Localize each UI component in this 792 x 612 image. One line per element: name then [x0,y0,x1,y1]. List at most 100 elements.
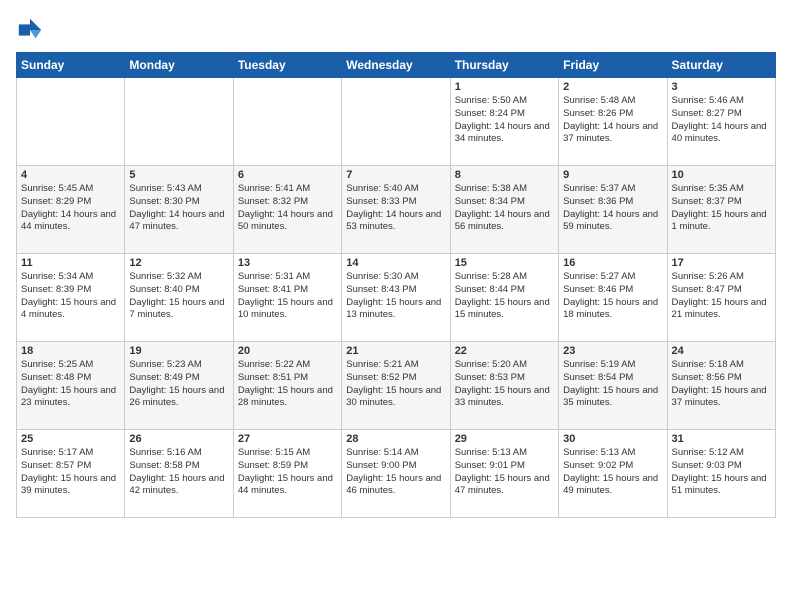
weekday-header: Monday [125,53,233,78]
sunset-text: Sunset: 8:26 PM [563,108,662,121]
day-number: 22 [455,345,554,357]
day-number: 2 [563,81,662,93]
calendar-cell: 22 Sunrise: 5:20 AMSunset: 8:53 PMDayligh… [450,342,558,430]
day-number: 24 [672,345,771,357]
sunrise-text: Sunrise: 5:20 AM [455,359,554,372]
calendar-cell: 6Sunrise: 5:41 AMSunset: 8:32 PMDaylight… [233,166,341,254]
daylight-text: Daylight: 15 hours and 7 minutes. [129,297,228,323]
sunrise-text: Sunrise: 5:30 AM [346,271,445,284]
sunrise-text: Sunrise: 5:41 AM [238,183,337,196]
day-info: Sunrise: 5:12 AMSunset: 9:03 PMDaylight:… [672,447,771,498]
day-number: 20 [238,345,337,357]
day-info: Sunrise: 5:28 AMSunset: 8:44 PMDaylight:… [455,271,554,322]
sunrise-text: Sunrise: 5:38 AM [455,183,554,196]
daylight-text: Daylight: 15 hours and 35 minutes. [563,385,662,411]
calendar-cell: 1Sunrise: 5:50 AMSunset: 8:24 PMDaylight… [450,78,558,166]
day-number: 3 [672,81,771,93]
sunrise-text: Sunrise: 5:14 AM [346,447,445,460]
calendar-cell: 11Sunrise: 5:34 AMSunset: 8:39 PMDayligh… [17,254,125,342]
calendar-week-row: 11Sunrise: 5:34 AMSunset: 8:39 PMDayligh… [17,254,776,342]
sunset-text: Sunset: 8:48 PM [21,372,120,385]
calendar-cell: 14 Sunrise: 5:30 AMSunset: 8:43 PMDayligh… [342,254,450,342]
day-number: 4 [21,169,120,181]
sunset-text: Sunset: 8:34 PM [455,196,554,209]
day-number: 9 [563,169,662,181]
logo-icon [16,16,44,44]
weekday-header: Tuesday [233,53,341,78]
weekday-header: Sunday [17,53,125,78]
sunset-text: Sunset: 8:43 PM [346,284,445,297]
calendar-cell: 15Sunrise: 5:28 AMSunset: 8:44 PMDayligh… [450,254,558,342]
daylight-text: Daylight: 15 hours and 15 minutes. [455,297,554,323]
day-info: Sunrise: 5:32 AMSunset: 8:40 PMDaylight:… [129,271,228,322]
calendar-cell: 30Sunrise: 5:13 AMSunset: 9:02 PMDayligh… [559,430,667,518]
sunrise-text: Sunrise: 5:40 AM [346,183,445,196]
sunset-text: Sunset: 8:51 PM [238,372,337,385]
daylight-text: Daylight: 15 hours and 51 minutes. [672,473,771,499]
sunset-text: Sunset: 8:44 PM [455,284,554,297]
sunset-text: Sunset: 8:47 PM [672,284,771,297]
sunrise-text: Sunrise: 5:12 AM [672,447,771,460]
day-info: Sunrise: 5:46 AMSunset: 8:27 PMDaylight:… [672,95,771,146]
day-info: Sunrise: 5:40 AMSunset: 8:33 PMDaylight:… [346,183,445,234]
daylight-text: Daylight: 15 hours and 47 minutes. [455,473,554,499]
daylight-text: Daylight: 15 hours and 46 minutes. [346,473,445,499]
sunrise-text: Sunrise: 5:50 AM [455,95,554,108]
daylight-text: Daylight: 15 hours and 23 minutes. [21,385,120,411]
sunset-text: Sunset: 8:52 PM [346,372,445,385]
daylight-text: Daylight: 14 hours and 44 minutes. [21,209,120,235]
daylight-text: Daylight: 15 hours and 39 minutes. [21,473,120,499]
calendar-cell: 27 Sunrise: 5:15 AMSunset: 8:59 PMDayligh… [233,430,341,518]
calendar-cell: 18Sunrise: 5:25 AMSunset: 8:48 PMDayligh… [17,342,125,430]
day-number: 31 [672,433,771,445]
day-number: 1 [455,81,554,93]
day-number: 30 [563,433,662,445]
page-container: SundayMondayTuesdayWednesdayThursdayFrid… [0,0,792,534]
calendar-week-row: 1Sunrise: 5:50 AMSunset: 8:24 PMDaylight… [17,78,776,166]
day-number: 8 [455,169,554,181]
daylight-text: Daylight: 15 hours and 13 minutes. [346,297,445,323]
day-info: Sunrise: 5:34 AMSunset: 8:39 PMDaylight:… [21,271,120,322]
sunset-text: Sunset: 8:46 PM [563,284,662,297]
sunrise-text: Sunrise: 5:37 AM [563,183,662,196]
weekday-header: Friday [559,53,667,78]
calendar-cell [342,78,450,166]
sunrise-text: Sunrise: 5:16 AM [129,447,228,460]
daylight-text: Daylight: 15 hours and 28 minutes. [238,385,337,411]
calendar-cell: 12 Sunrise: 5:32 AMSunset: 8:40 PMDayligh… [125,254,233,342]
sunrise-text: Sunrise: 5:48 AM [563,95,662,108]
sunrise-text: Sunrise: 5:18 AM [672,359,771,372]
logo [16,16,46,44]
sunset-text: Sunset: 8:53 PM [455,372,554,385]
sunrise-text: Sunrise: 5:25 AM [21,359,120,372]
calendar-cell: 25Sunrise: 5:17 AMSunset: 8:57 PMDayligh… [17,430,125,518]
day-info: Sunrise: 5:22 AMSunset: 8:51 PMDaylight:… [238,359,337,410]
day-info: Sunrise: 5:27 AMSunset: 8:46 PMDaylight:… [563,271,662,322]
sunset-text: Sunset: 8:54 PM [563,372,662,385]
sunrise-text: Sunrise: 5:34 AM [21,271,120,284]
calendar-cell: 16Sunrise: 5:27 AMSunset: 8:46 PMDayligh… [559,254,667,342]
day-info: Sunrise: 5:17 AMSunset: 8:57 PMDaylight:… [21,447,120,498]
daylight-text: Daylight: 15 hours and 1 minute. [672,209,771,235]
weekday-header: Saturday [667,53,775,78]
calendar-cell: 8Sunrise: 5:38 AMSunset: 8:34 PMDaylight… [450,166,558,254]
day-number: 19 [129,345,228,357]
day-number: 27 [238,433,337,445]
day-number: 14 [346,257,445,269]
calendar-cell: 24Sunrise: 5:18 AMSunset: 8:56 PMDayligh… [667,342,775,430]
sunrise-text: Sunrise: 5:13 AM [563,447,662,460]
page-header [16,16,776,44]
day-info: Sunrise: 5:15 AMSunset: 8:59 PMDaylight:… [238,447,337,498]
calendar-cell: 28Sunrise: 5:14 AMSunset: 9:00 PMDayligh… [342,430,450,518]
calendar-cell: 29Sunrise: 5:13 AMSunset: 9:01 PMDayligh… [450,430,558,518]
daylight-text: Daylight: 14 hours and 34 minutes. [455,121,554,147]
day-info: Sunrise: 5:43 AMSunset: 8:30 PMDaylight:… [129,183,228,234]
calendar-cell: 2Sunrise: 5:48 AMSunset: 8:26 PMDaylight… [559,78,667,166]
sunset-text: Sunset: 8:40 PM [129,284,228,297]
daylight-text: Daylight: 15 hours and 33 minutes. [455,385,554,411]
day-number: 12 [129,257,228,269]
sunset-text: Sunset: 8:59 PM [238,460,337,473]
calendar-cell: 17Sunrise: 5:26 AMSunset: 8:47 PMDayligh… [667,254,775,342]
day-number: 26 [129,433,228,445]
day-number: 13 [238,257,337,269]
